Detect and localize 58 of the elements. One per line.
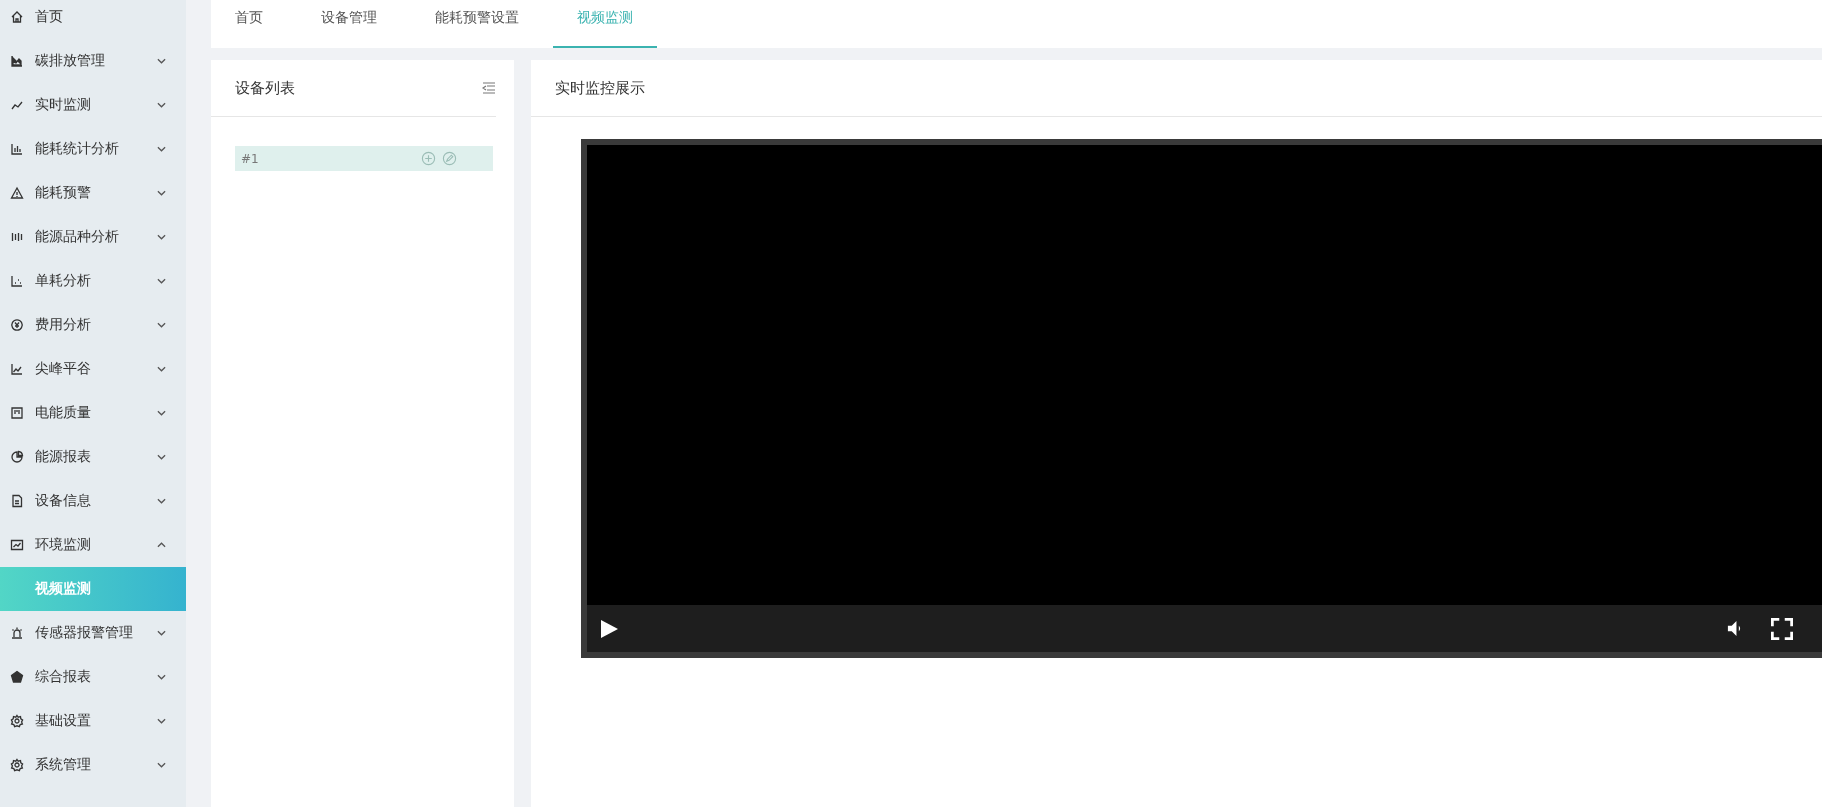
chevron-icon [157,146,166,152]
panel-title: 设备列表 [235,78,295,98]
sidebar-item[interactable]: 实时监测 [0,83,186,127]
sidebar-item[interactable]: 费用分析 [0,303,186,347]
menu-icon [10,54,24,68]
chevron-icon [157,58,166,64]
sidebar-item[interactable]: 传感器报警管理 [0,611,186,655]
sidebar-item[interactable]: 尖峰平谷 [0,347,186,391]
menu-icon [10,714,24,728]
menu-icon [10,538,24,552]
chevron-icon [157,762,166,768]
sidebar-item[interactable]: 能耗预警 [0,171,186,215]
collapse-icon[interactable] [482,82,496,94]
sidebar-item[interactable]: 首页 [0,0,186,39]
menu-icon [10,318,24,332]
chevron-icon [157,630,166,636]
sidebar-item[interactable]: 系统管理 [0,743,186,787]
panel-title: 实时监控展示 [555,78,645,98]
sidebar-item[interactable]: 综合报表 [0,655,186,699]
sidebar-item[interactable]: 碳排放管理 [0,39,186,83]
sidebar-item[interactable]: 基础设置 [0,699,186,743]
menu-icon [10,626,24,640]
chevron-icon [157,190,166,196]
menu-icon [10,758,24,772]
chevron-icon [157,322,166,328]
chevron-icon [157,542,166,548]
fullscreen-icon[interactable] [1771,617,1793,640]
chevron-icon [157,454,166,460]
chevron-icon [157,718,166,724]
chevron-icon [157,410,166,416]
play-icon[interactable] [599,618,619,639]
sidebar-item[interactable]: 能耗统计分析 [0,127,186,171]
chevron-icon [157,102,166,108]
tab[interactable]: 首页 [211,0,287,48]
sidebar-item[interactable]: 电能质量 [0,391,186,435]
sidebar-item[interactable]: 能源报表 [0,435,186,479]
chevron-icon [157,278,166,284]
sidebar-item[interactable]: 环境监测 [0,523,186,567]
menu-icon [10,142,24,156]
tab[interactable]: 设备管理 [297,0,401,48]
sidebar-item[interactable]: 单耗分析 [0,259,186,303]
chevron-icon [157,674,166,680]
device-label: #1 [241,151,260,166]
menu-icon [10,362,24,376]
chevron-icon [157,234,166,240]
sidebar-item[interactable]: 设备信息 [0,479,186,523]
tab[interactable]: 能耗预警设置 [411,0,543,48]
menu-icon [10,670,24,684]
menu-icon [10,10,24,24]
menu-icon [10,274,24,288]
chevron-icon [157,366,166,372]
chevron-icon [157,498,166,504]
menu-icon [10,186,24,200]
menu-icon [10,406,24,420]
menu-icon [10,230,24,244]
menu-icon [10,450,24,464]
sidebar-item[interactable]: 能源品种分析 [0,215,186,259]
menu-icon [10,494,24,508]
